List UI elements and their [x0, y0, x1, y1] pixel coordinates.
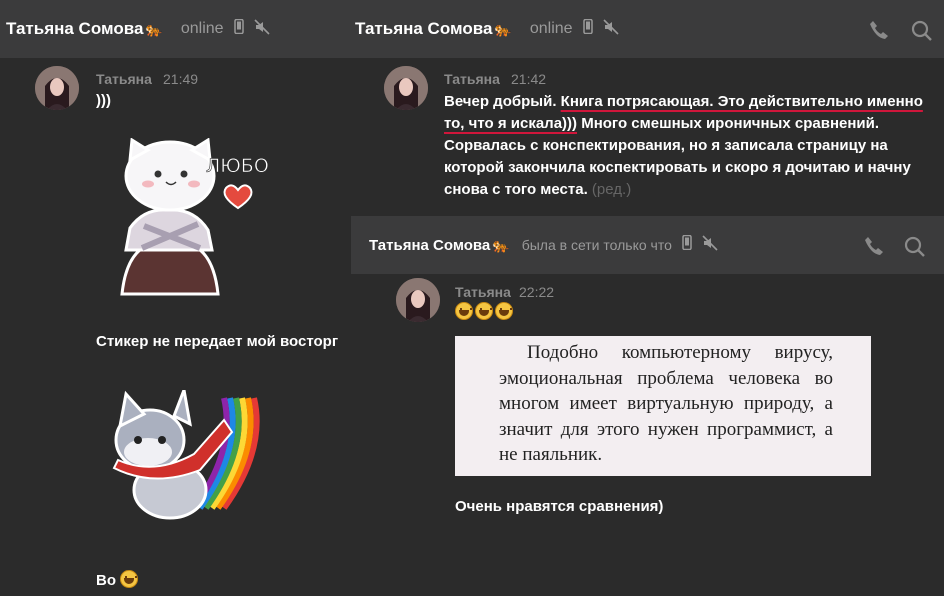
message-text: Стикер не передает мой восторг	[96, 333, 339, 350]
phone-call-icon[interactable]	[863, 235, 885, 262]
search-icon[interactable]	[904, 236, 926, 263]
left-chat-header: Татьяна Сомова 🐅 online	[0, 0, 351, 58]
sticker-fox-rainbow[interactable]	[104, 384, 274, 524]
message-author[interactable]: Татьяна	[455, 284, 511, 300]
message-text: Очень нравятся сравнения)	[455, 498, 664, 515]
message-time: 22:22	[519, 284, 555, 300]
phone-device-icon	[682, 234, 692, 255]
contact-status: online	[180, 20, 224, 37]
mute-icon	[702, 234, 718, 256]
search-icon[interactable]	[911, 20, 933, 47]
edited-label: (ред.)	[591, 181, 632, 198]
contact-name[interactable]: Татьяна Сомова	[6, 19, 143, 39]
message-text	[455, 302, 515, 324]
contact-name[interactable]: Татьяна Сомова	[369, 237, 490, 254]
message-author[interactable]: Татьяна	[96, 71, 152, 87]
cat-emoji-icon: 🐅	[494, 20, 512, 37]
phone-call-icon[interactable]	[868, 19, 890, 46]
book-quote: Подобно компьютерному вирусу, эмоциональ…	[499, 342, 833, 465]
message-text: )))	[96, 92, 111, 109]
right-bottom-chat-panel: Татьяна Сомова 🐅 была в сети только что …	[351, 216, 944, 596]
cat-emoji-icon: 🐅	[492, 236, 510, 253]
grin-emoji-icon	[455, 302, 473, 320]
message-time: 21:42	[511, 71, 547, 87]
contact-status: была в сети только что	[521, 237, 672, 253]
right-top-chat-header: Татьяна Сомова 🐅 online	[351, 0, 944, 58]
right-top-chat-panel: Татьяна Сомова 🐅 online Татьяна 21:42 Ве…	[351, 0, 944, 216]
contact-status: online	[529, 20, 573, 37]
mute-icon	[253, 18, 270, 40]
avatar[interactable]	[396, 278, 440, 322]
cat-emoji-icon: 🐅	[145, 20, 163, 37]
message-text: Во	[96, 570, 140, 592]
phone-device-icon	[233, 18, 244, 39]
book-page-photo[interactable]: Подобно компьютерному вирусу, эмоциональ…	[455, 336, 871, 476]
grin-emoji-icon	[475, 302, 493, 320]
grin-emoji-icon	[120, 570, 139, 588]
message-time: 21:49	[163, 71, 199, 87]
grin-emoji-icon	[495, 302, 513, 320]
message-text: Вечер добрый. Книга потрясающая. Это дей…	[444, 93, 923, 198]
svg-text:ЛЮБО: ЛЮБО	[206, 155, 269, 177]
message-author[interactable]: Татьяна	[444, 71, 500, 87]
mute-icon	[602, 18, 619, 40]
avatar[interactable]	[384, 66, 428, 110]
sticker-cat-love[interactable]: ЛЮБО	[104, 137, 274, 298]
phone-device-icon	[582, 18, 593, 39]
avatar[interactable]	[35, 66, 79, 110]
right-bottom-chat-header: Татьяна Сомова 🐅 была в сети только что	[351, 216, 944, 274]
contact-name[interactable]: Татьяна Сомова	[355, 19, 492, 39]
left-chat-panel: Татьяна Сомова 🐅 online Татьяна 21:49 ))…	[0, 0, 351, 596]
